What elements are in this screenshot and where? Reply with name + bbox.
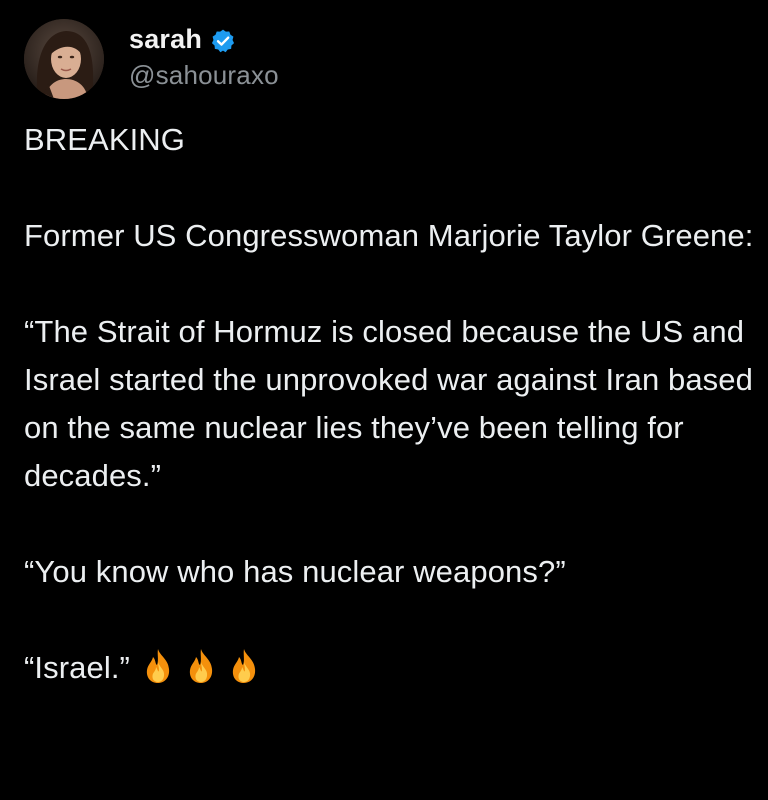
tweet-body: BREAKING Former US Congresswoman Marjori… [24, 116, 754, 692]
tweet-quote-3: “Israel.” [24, 650, 130, 685]
tweet-breaking-label: BREAKING [24, 122, 186, 157]
profile-photo-icon [24, 19, 104, 99]
tweet-card: sarah @sahouraxo BREAKING Former US Cong… [0, 0, 768, 800]
fire-icon [189, 649, 213, 683]
fire-emoji-row [142, 648, 271, 684]
author-names: sarah @sahouraxo [129, 22, 279, 91]
display-name[interactable]: sarah [129, 24, 202, 55]
handle[interactable]: @sahouraxo [129, 60, 279, 91]
display-name-row: sarah [129, 22, 279, 58]
tweet-quote-2: “You know who has nuclear weapons?” [24, 554, 566, 589]
avatar[interactable] [24, 19, 104, 99]
tweet-intro-text: Former US Congresswoman Marjorie Taylor … [24, 218, 754, 253]
tweet-quote-3-row: “Israel.” [24, 644, 754, 692]
tweet-header: sarah @sahouraxo [24, 18, 279, 100]
fire-icon [146, 649, 170, 683]
verified-badge-icon [212, 29, 235, 52]
tweet-quote-1: “The Strait of Hormuz is closed because … [24, 314, 753, 493]
fire-icon [232, 649, 256, 683]
